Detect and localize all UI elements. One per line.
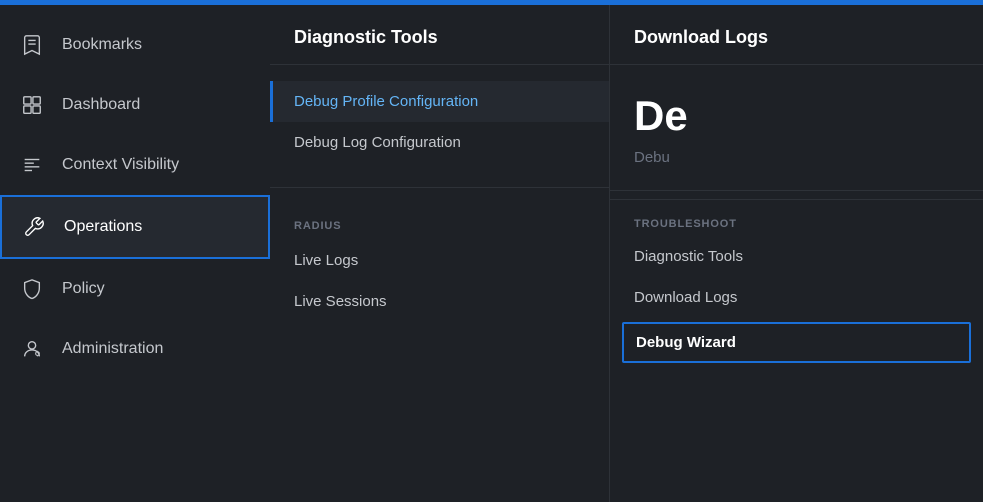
divider-2 (610, 190, 983, 191)
menu-item-label: Live Sessions (294, 293, 387, 310)
sidebar-item-label: Administration (62, 340, 163, 358)
sidebar-item-bookmarks[interactable]: Bookmarks (0, 15, 270, 75)
download-subtitle: Debu (610, 145, 983, 182)
sidebar-item-dashboard[interactable]: Dashboard (0, 75, 270, 135)
sidebar-item-label: Dashboard (62, 96, 140, 114)
troubleshoot-label: Troubleshoot (610, 208, 983, 236)
sidebar-item-label: Context Visibility (62, 156, 179, 174)
operations-icon (22, 215, 46, 239)
admin-icon (20, 337, 44, 361)
menu-item-live-sessions[interactable]: Live Sessions (270, 281, 609, 322)
menu-item-download-logs[interactable]: Download Logs (610, 277, 983, 318)
sidebar: Bookmarks Dashboard Context Visibility (0, 5, 270, 502)
main-content: Diagnostic Tools Debug Profile Configura… (270, 5, 983, 502)
download-title-large: De (610, 65, 983, 145)
sidebar-item-policy[interactable]: Policy (0, 259, 270, 319)
sidebar-item-context-visibility[interactable]: Context Visibility (0, 135, 270, 195)
sidebar-item-administration[interactable]: Administration (0, 319, 270, 379)
sidebar-item-label: Operations (64, 218, 142, 236)
radius-section: RADIUS Live Logs Live Sessions (270, 196, 609, 338)
menu-item-label: Debug Log Configuration (294, 134, 461, 151)
bookmark-icon (20, 33, 44, 57)
menu-item-live-logs[interactable]: Live Logs (270, 240, 609, 281)
menu-item-label: Debug Profile Configuration (294, 93, 478, 110)
radius-label: RADIUS (270, 212, 609, 240)
diagnostic-tools-column: Diagnostic Tools Debug Profile Configura… (270, 5, 610, 502)
menu-item-diag-tools[interactable]: Diagnostic Tools (610, 236, 983, 277)
sidebar-item-label: Policy (62, 280, 105, 298)
dashboard-icon (20, 93, 44, 117)
menu-item-debug-log[interactable]: Debug Log Configuration (270, 122, 609, 163)
troubleshoot-section: Troubleshoot Diagnostic Tools Download L… (610, 199, 983, 367)
diagnostic-tools-header: Diagnostic Tools (270, 5, 609, 65)
menu-item-label: Debug Wizard (636, 334, 736, 351)
download-logs-header: Download Logs (610, 5, 983, 65)
menu-item-debug-wizard[interactable]: Debug Wizard (622, 322, 971, 363)
menu-item-label: Diagnostic Tools (634, 248, 743, 265)
divider (270, 187, 609, 188)
download-logs-column: Download Logs De Debu Troubleshoot Diagn… (610, 5, 983, 502)
sidebar-item-operations[interactable]: Operations (0, 195, 270, 259)
debug-menu-section: Debug Profile Configuration Debug Log Co… (270, 65, 609, 179)
sidebar-item-label: Bookmarks (62, 36, 142, 54)
policy-icon (20, 277, 44, 301)
context-icon (20, 153, 44, 177)
menu-item-label: Download Logs (634, 289, 737, 306)
menu-item-debug-profile[interactable]: Debug Profile Configuration (270, 81, 609, 122)
menu-item-label: Live Logs (294, 252, 358, 269)
